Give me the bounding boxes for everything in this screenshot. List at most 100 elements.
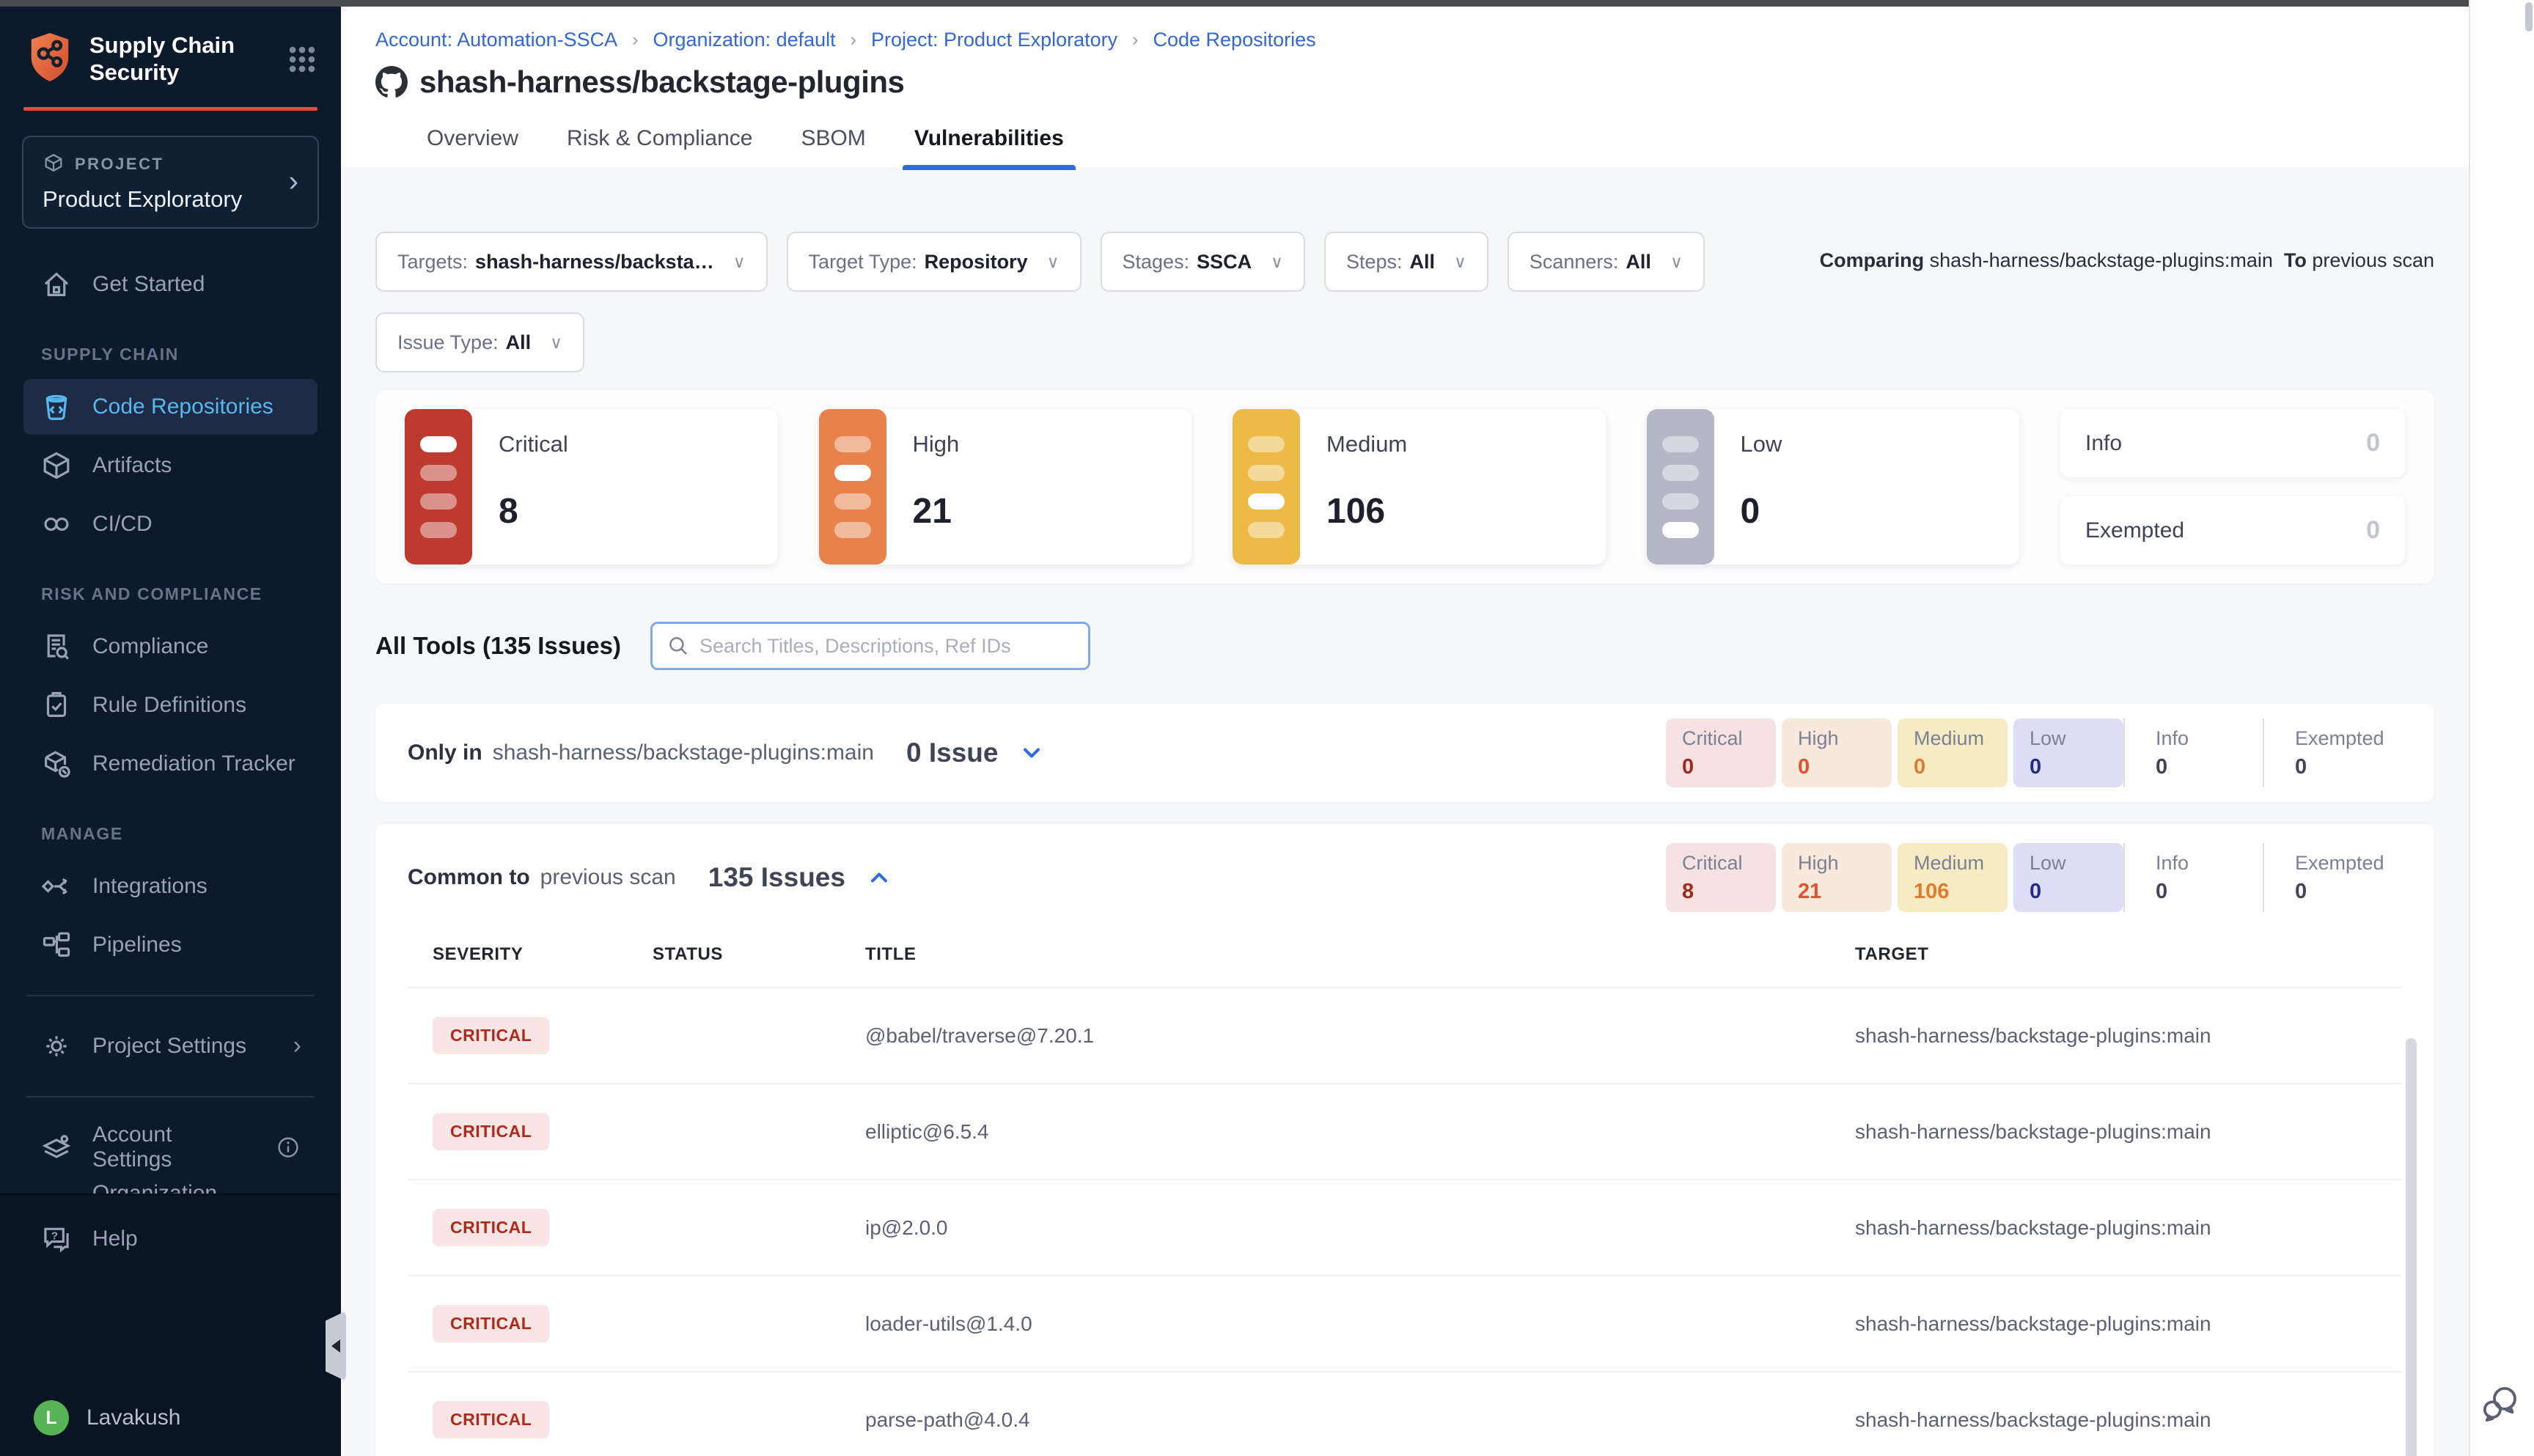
divider <box>26 1096 315 1097</box>
info-circle-icon[interactable] <box>275 1134 301 1161</box>
table-row[interactable]: CRITICAL ip@2.0.0 shash-harness/backstag… <box>408 1179 2402 1275</box>
supply-chain-security-logo-icon <box>26 32 73 87</box>
col-target: TARGET <box>1855 944 2402 965</box>
issue-target: shash-harness/backstage-plugins:main <box>1855 1024 2402 1048</box>
severity-badge: CRITICAL <box>433 1209 549 1246</box>
severity-badge: CRITICAL <box>433 1017 549 1054</box>
sidebar-item-cicd[interactable]: CI/CD <box>23 496 317 552</box>
tab-overview[interactable]: Overview <box>424 122 521 170</box>
filter-steps[interactable]: Steps: All ∨ <box>1324 232 1488 292</box>
sidebar-nav: Get Started SUPPLY CHAIN Code Repositori… <box>0 229 341 1194</box>
low-summary-card[interactable]: Low 0 <box>1647 409 2020 565</box>
sidebar-item-project-settings[interactable]: Project Settings › <box>23 1018 317 1074</box>
breadcrumb: Account: Automation-SSCA › Organization:… <box>375 29 2434 51</box>
filter-scanners[interactable]: Scanners: All ∨ <box>1507 232 1705 292</box>
tab-vulnerabilities[interactable]: Vulnerabilities <box>911 122 1067 170</box>
chevron-down-icon: ∨ <box>1454 252 1466 272</box>
sidebar-item-code-repositories[interactable]: Code Repositories <box>23 379 317 435</box>
critical-summary-card[interactable]: Critical 8 <box>405 409 778 565</box>
low-count: 0 <box>1741 491 1782 532</box>
page-scrollbar[interactable] <box>2525 2 2533 32</box>
accent-divider <box>23 107 317 111</box>
sidebar-item-rule-definitions[interactable]: Rule Definitions <box>23 677 317 733</box>
table-row[interactable]: CRITICAL elliptic@6.5.4 shash-harness/ba… <box>408 1083 2402 1179</box>
clipboard-check-icon <box>40 688 73 722</box>
section-supply-chain: SUPPLY CHAIN <box>41 345 317 364</box>
breadcrumb-project[interactable]: Project: Product Exploratory <box>871 29 1117 51</box>
issue-title: elliptic@6.5.4 <box>865 1120 1855 1144</box>
group-only-in[interactable]: Only in shash-harness/backstage-plugins:… <box>375 704 2434 802</box>
chip-high: High 21 <box>1782 843 1892 912</box>
issue-target: shash-harness/backstage-plugins:main <box>1855 1408 2402 1432</box>
chip-low: Low 0 <box>2013 718 2123 787</box>
filter-targets[interactable]: Targets: shash-harness/backsta… ∨ <box>375 232 768 292</box>
filter-issue-type[interactable]: Issue Type: All ∨ <box>375 312 584 372</box>
chevron-down-icon: ∨ <box>1271 252 1283 272</box>
exempted-count: 0 <box>2366 516 2380 545</box>
tab-sbom[interactable]: SBOM <box>798 122 868 170</box>
tab-risk-compliance[interactable]: Risk & Compliance <box>564 122 755 170</box>
user-menu[interactable]: L Lavakush <box>23 1400 317 1435</box>
issue-title: @babel/traverse@7.20.1 <box>865 1024 1855 1048</box>
issue-target: shash-harness/backstage-plugins:main <box>1855 1120 2402 1144</box>
breadcrumb-account[interactable]: Account: Automation-SSCA <box>375 29 617 51</box>
project-selector[interactable]: PROJECT Product Exploratory › <box>22 136 319 229</box>
chip-exempted: Exempted 0 <box>2263 843 2402 912</box>
right-rail <box>2469 0 2534 1456</box>
sidebar-item-account-settings[interactable]: Account Settings <box>23 1119 317 1175</box>
table-row[interactable]: CRITICAL parse-path@4.0.4 shash-harness/… <box>408 1371 2402 1456</box>
sidebar-item-integrations[interactable]: Integrations <box>23 858 317 914</box>
common-to-severity-chips: Critical 8 High 21 Medium 106 Low <box>1660 843 2402 912</box>
table-row[interactable]: CRITICAL loader-utils@1.4.0 shash-harnes… <box>408 1275 2402 1371</box>
sidebar-item-remediation-tracker[interactable]: Remediation Tracker <box>23 736 317 792</box>
medium-band-icon <box>1233 409 1300 565</box>
user-name: Lavakush <box>87 1405 180 1430</box>
col-title: TITLE <box>865 944 1855 965</box>
table-row[interactable]: CRITICAL @babel/traverse@7.20.1 shash-ha… <box>408 987 2402 1083</box>
chevron-down-icon[interactable] <box>1018 740 1045 766</box>
breadcrumb-separator: › <box>851 29 856 51</box>
sidebar-item-get-started[interactable]: Get Started <box>23 257 317 312</box>
info-summary-card[interactable]: Info 0 <box>2060 409 2405 477</box>
tab-bar: Overview Risk & Compliance SBOM Vulnerab… <box>424 122 2434 170</box>
chip-medium: Medium 106 <box>1898 843 2008 912</box>
critical-band-icon <box>405 409 472 565</box>
high-count: 21 <box>913 491 960 532</box>
chevron-right-icon: › <box>293 1032 301 1060</box>
chevron-up-icon[interactable] <box>866 864 892 891</box>
common-to-header[interactable]: Common to previous scan 135 Issues Criti… <box>408 843 2402 912</box>
chevron-right-icon: › <box>289 166 298 199</box>
gear-icon <box>40 1029 73 1063</box>
table-scrollbar[interactable] <box>2406 1038 2417 1456</box>
breadcrumb-code-repositories[interactable]: Code Repositories <box>1153 29 1315 51</box>
exempted-summary-card[interactable]: Exempted 0 <box>2060 496 2405 565</box>
medium-summary-card[interactable]: Medium 106 <box>1233 409 1606 565</box>
sidebar-item-help[interactable]: ? Help <box>23 1211 317 1267</box>
sidebar-item-organization-settings[interactable]: Organization Settings <box>23 1178 317 1194</box>
severity-summary-panel: Critical 8 High 21 <box>375 390 2434 584</box>
filter-stages[interactable]: Stages: SSCA ∨ <box>1101 232 1305 292</box>
medium-count: 106 <box>1326 491 1407 532</box>
divider <box>26 995 315 996</box>
severity-badge: CRITICAL <box>433 1113 549 1150</box>
section-risk-and-compliance: RISK AND COMPLIANCE <box>41 584 317 604</box>
breadcrumb-organization[interactable]: Organization: default <box>653 29 836 51</box>
chevron-down-icon: ∨ <box>1047 252 1059 272</box>
search-input[interactable] <box>699 635 1075 658</box>
section-manage: MANAGE <box>41 824 317 844</box>
sidebar-item-compliance[interactable]: Compliance <box>23 619 317 674</box>
chip-low: Low 0 <box>2013 843 2123 912</box>
chat-support-icon[interactable] <box>2479 1383 2520 1424</box>
sidebar-item-pipelines[interactable]: Pipelines <box>23 917 317 973</box>
issue-target: shash-harness/backstage-plugins:main <box>1855 1312 2402 1336</box>
chip-exempted: Exempted 0 <box>2263 718 2402 787</box>
all-tools-heading: All Tools (135 Issues) <box>375 632 621 660</box>
high-summary-card[interactable]: High 21 <box>819 409 1192 565</box>
col-severity: SEVERITY <box>433 944 653 965</box>
filter-target-type[interactable]: Target Type: Repository ∨ <box>787 232 1081 292</box>
logo-row: Supply Chain Security <box>0 7 341 103</box>
module-grid-icon[interactable] <box>285 43 319 76</box>
sidebar-collapse-handle[interactable] <box>326 1311 346 1381</box>
chip-medium: Medium 0 <box>1898 718 2008 787</box>
sidebar-item-artifacts[interactable]: Artifacts <box>23 438 317 493</box>
